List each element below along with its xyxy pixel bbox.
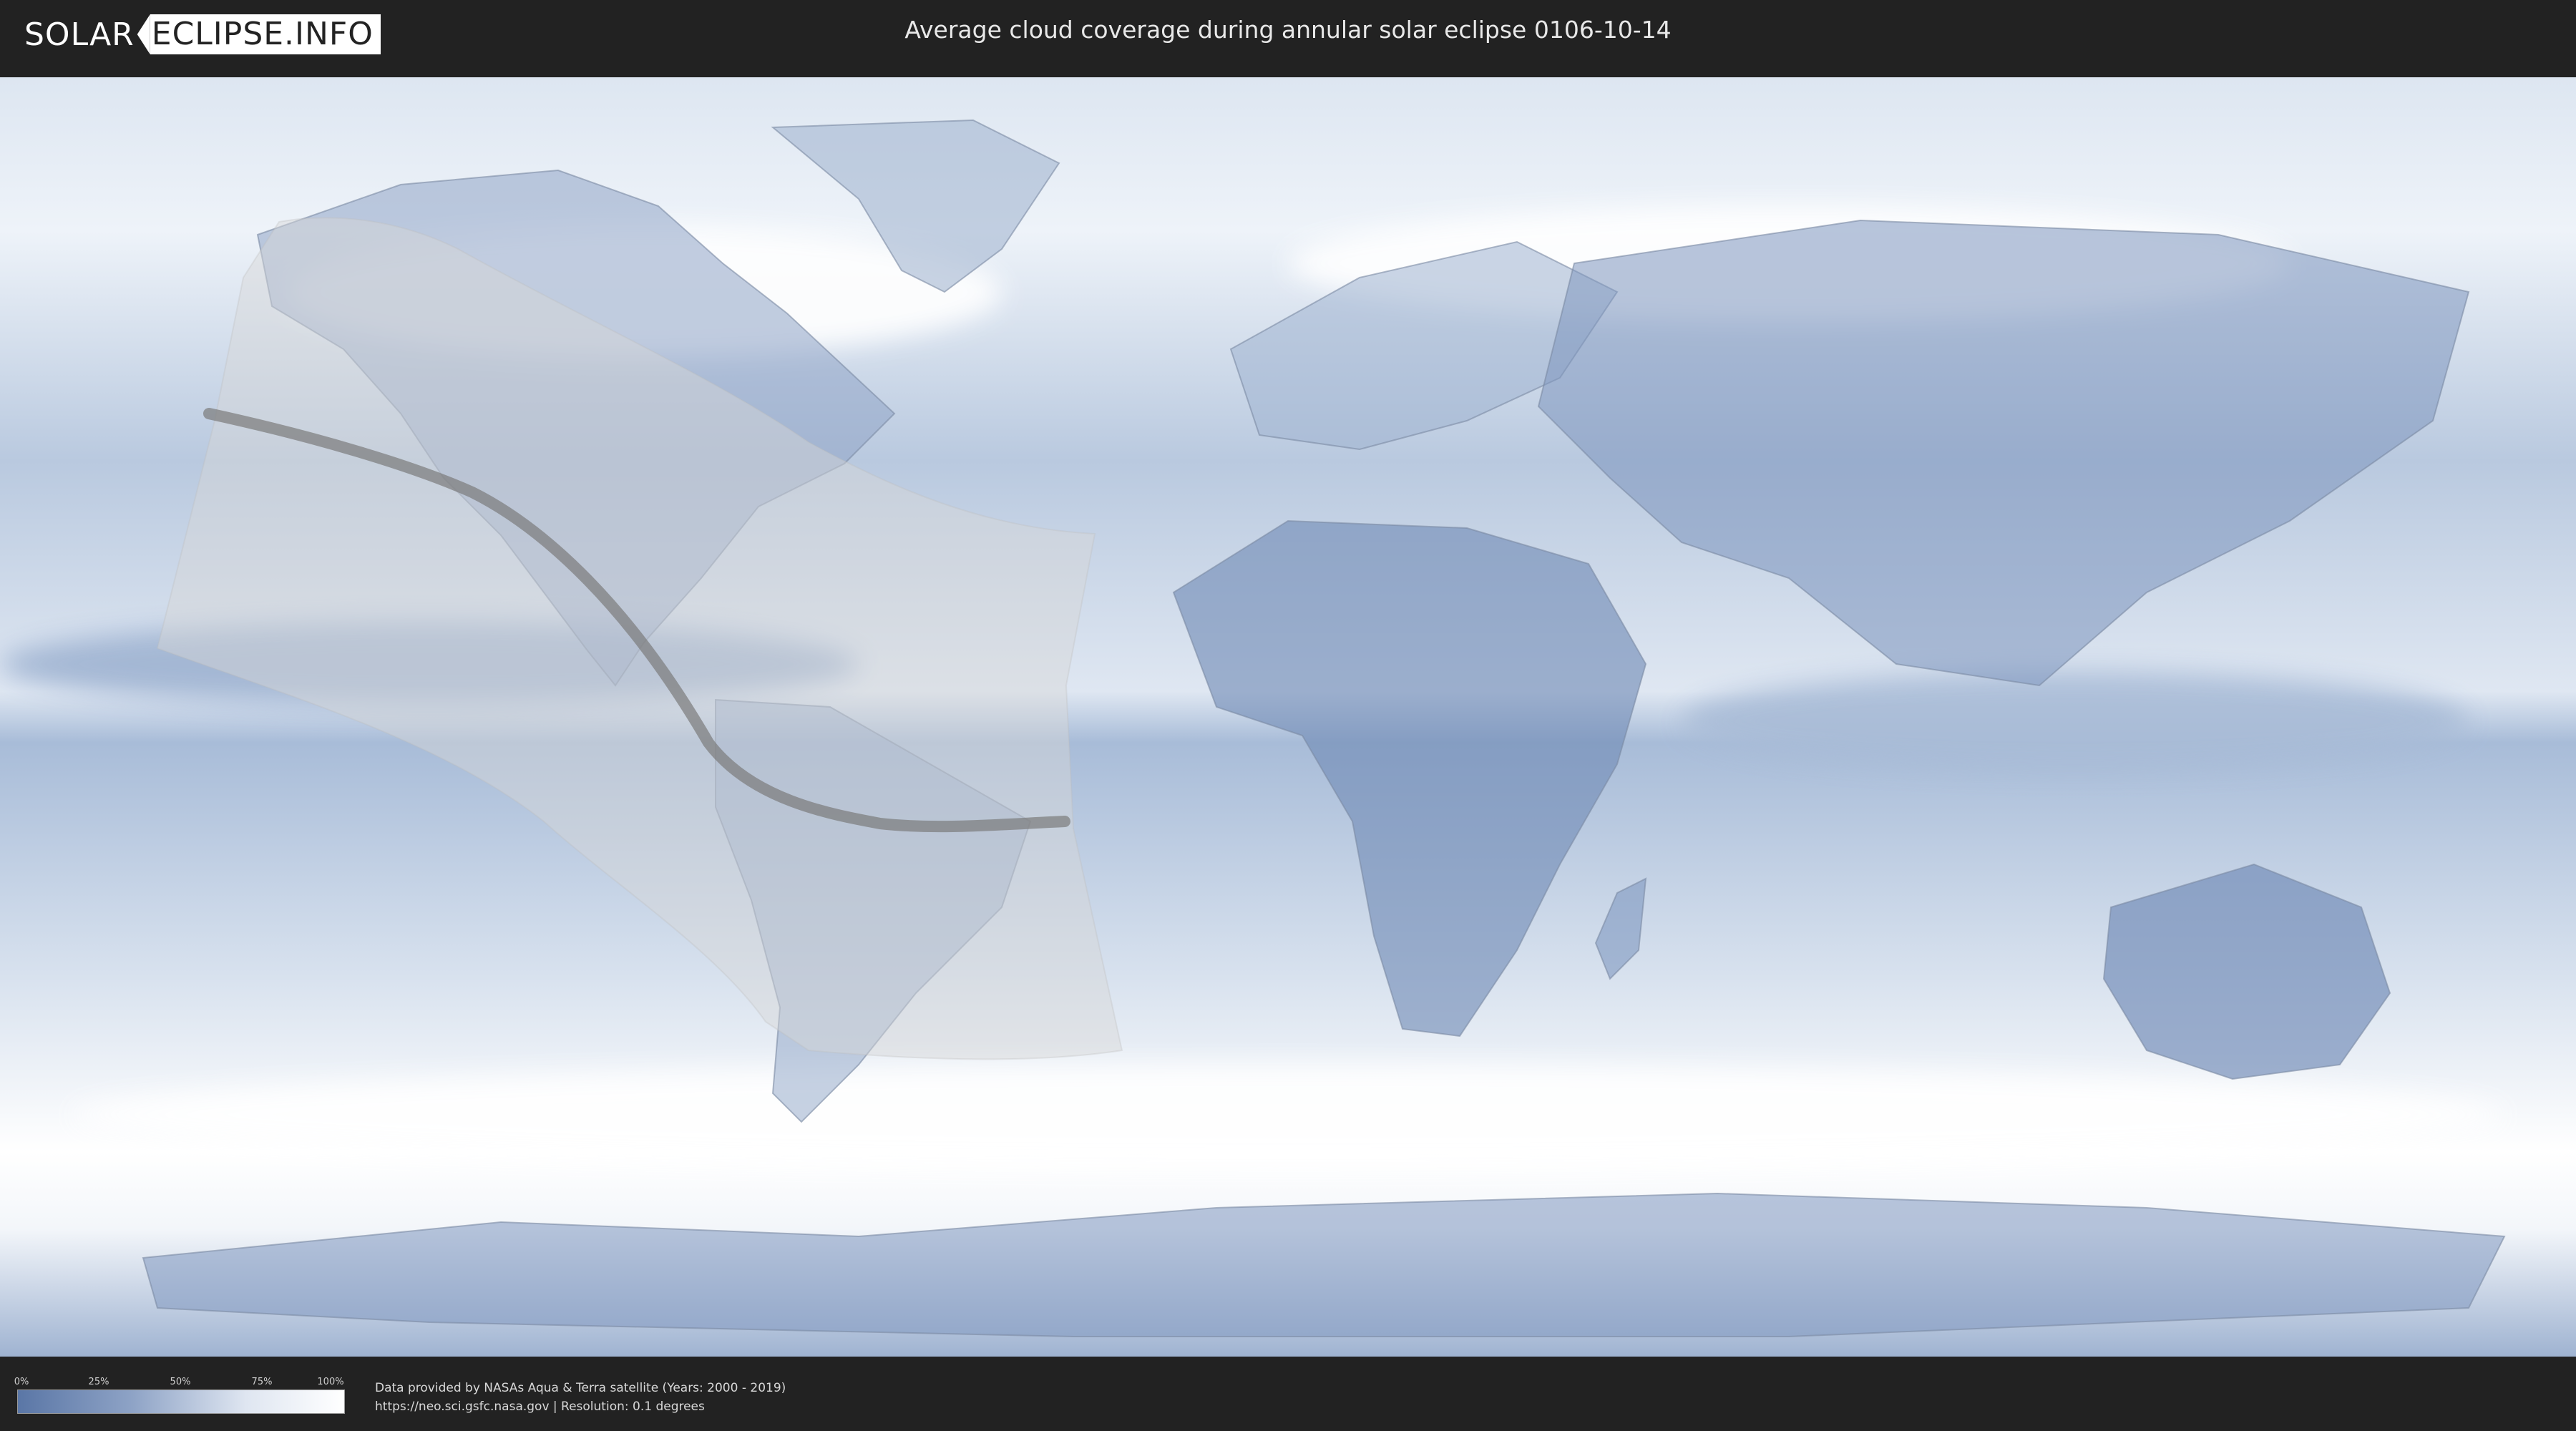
cloud-coverage-map[interactable] xyxy=(0,77,2576,1357)
legend-tick-25: 25% xyxy=(88,1377,109,1387)
credit-line-1: Data provided by NASAs Aqua & Terra sate… xyxy=(375,1381,786,1395)
credit-line-2[interactable]: https://neo.sci.gsfc.nasa.gov | Resoluti… xyxy=(375,1400,705,1414)
legend-tick-100: 100% xyxy=(317,1377,344,1387)
legend-tick-75: 75% xyxy=(251,1377,273,1387)
map-svg xyxy=(0,77,2576,1357)
header-bar: SOLAR ECLIPSE.INFO Average cloud coverag… xyxy=(0,0,2576,72)
legend-tick-50: 50% xyxy=(170,1377,191,1387)
footer-bar: 0% 25% 50% 75% 100% Data provided by NAS… xyxy=(0,1357,2576,1431)
page-title: Average cloud coverage during annular so… xyxy=(904,16,1672,44)
legend-gradient-bar xyxy=(17,1390,345,1414)
legend-tick-0: 0% xyxy=(14,1377,29,1387)
